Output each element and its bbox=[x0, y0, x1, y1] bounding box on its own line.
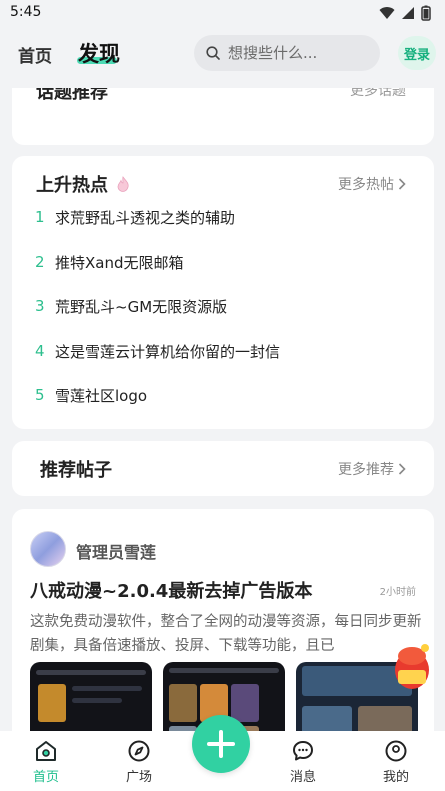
hot-topic-rank: 3 bbox=[35, 297, 45, 315]
status-bar: 5:45 bbox=[0, 0, 445, 26]
post-title[interactable]: 八戒动漫~2.0.4最新去掉广告版本 bbox=[30, 577, 312, 603]
post-card[interactable]: 管理员雪莲 八戒动漫~2.0.4最新去掉广告版本 2小时前 这款免费动漫软件，整… bbox=[12, 509, 434, 749]
hot-topics-title: 上升热点 bbox=[36, 171, 132, 197]
tab-home[interactable]: 首页 bbox=[18, 42, 52, 67]
topic-card-more[interactable]: 更多话题 bbox=[350, 88, 406, 100]
hot-topic-item[interactable]: 4 这是雪莲云计算机给你留的一封信 bbox=[35, 339, 280, 363]
create-post-button[interactable] bbox=[192, 715, 250, 773]
login-button[interactable]: 登录 bbox=[398, 36, 436, 70]
status-time: 5:45 bbox=[10, 4, 42, 20]
more-recommended-link[interactable]: 更多推荐 bbox=[338, 459, 406, 479]
more-hot-posts-label: 更多热帖 bbox=[338, 177, 394, 193]
chevron-right-icon bbox=[398, 463, 406, 475]
hot-topic-text: 这是雪莲云计算机给你留的一封信 bbox=[55, 342, 281, 361]
nav-messages-label: 消息 bbox=[289, 770, 316, 785]
hot-topic-item[interactable]: 1 求荒野乱斗透视之类的辅助 bbox=[35, 205, 235, 229]
hot-topic-item[interactable]: 3 荒野乱斗~GM无限资源版 bbox=[35, 294, 227, 318]
post-time: 2小时前 bbox=[379, 587, 416, 598]
hot-topic-item[interactable]: 2 推特Xand无限邮箱 bbox=[35, 250, 184, 274]
battery-icon bbox=[421, 5, 431, 21]
hot-topic-text: 雪莲社区logo bbox=[55, 386, 148, 405]
topic-card: 话题推荐 更多话题 bbox=[12, 88, 434, 145]
compass-icon bbox=[128, 740, 150, 762]
flame-icon bbox=[117, 176, 129, 192]
plus-icon bbox=[207, 730, 235, 758]
recommended-posts-title: 推荐帖子 bbox=[40, 460, 112, 481]
nav-me-label: 我的 bbox=[382, 770, 409, 785]
nav-square[interactable]: 广场 bbox=[109, 739, 169, 785]
author-avatar[interactable] bbox=[30, 531, 66, 567]
recommended-posts-card: 推荐帖子 更多推荐 bbox=[12, 441, 434, 496]
topic-card-title: 话题推荐 bbox=[36, 88, 108, 103]
nav-home[interactable]: 首页 bbox=[16, 739, 76, 785]
more-hot-posts-link[interactable]: 更多热帖 bbox=[338, 174, 406, 194]
message-icon bbox=[293, 741, 313, 761]
hot-topic-rank: 1 bbox=[35, 208, 45, 226]
nav-messages[interactable]: 消息 bbox=[273, 739, 333, 785]
hot-topics-title-text: 上升热点 bbox=[36, 175, 108, 196]
hot-topic-item[interactable]: 5 雪莲社区logo bbox=[35, 383, 147, 407]
hot-topic-text: 推特Xand无限邮箱 bbox=[55, 253, 184, 272]
tab-discover[interactable]: 发现 bbox=[78, 38, 120, 68]
search-input[interactable] bbox=[228, 44, 368, 62]
hot-topic-text: 求荒野乱斗透视之类的辅助 bbox=[55, 208, 236, 227]
search-bar[interactable] bbox=[194, 35, 380, 71]
hot-topic-text: 荒野乱斗~GM无限资源版 bbox=[55, 297, 228, 316]
user-icon bbox=[385, 740, 407, 762]
more-recommended-label: 更多推荐 bbox=[338, 462, 394, 478]
hot-topic-rank: 2 bbox=[35, 253, 45, 271]
nav-home-label: 首页 bbox=[32, 770, 59, 785]
nav-me[interactable]: 我的 bbox=[366, 739, 426, 785]
red-packet-icon bbox=[395, 644, 429, 689]
home-icon bbox=[36, 741, 56, 761]
hot-topic-rank: 4 bbox=[35, 342, 45, 360]
top-header: 首页 发现 登录 bbox=[0, 26, 445, 88]
chevron-right-icon bbox=[398, 178, 406, 190]
author-name[interactable]: 管理员雪莲 bbox=[76, 539, 156, 563]
red-packet-badge[interactable] bbox=[392, 640, 432, 692]
post-excerpt: 这款免费动漫软件，整合了全网的动漫等资源，每日同步更新剧集，具备倍速播放、投屏、… bbox=[30, 614, 422, 654]
hot-topic-rank: 5 bbox=[35, 386, 45, 404]
status-icons bbox=[379, 5, 431, 21]
nav-square-label: 广场 bbox=[125, 770, 152, 785]
hot-topics-card: 上升热点 更多热帖 1 求荒野乱斗透视之类的辅助 2 推特Xand无限邮箱 3 … bbox=[12, 156, 434, 429]
wifi-icon bbox=[379, 7, 395, 20]
search-icon bbox=[206, 46, 220, 60]
signal-icon bbox=[402, 7, 414, 19]
